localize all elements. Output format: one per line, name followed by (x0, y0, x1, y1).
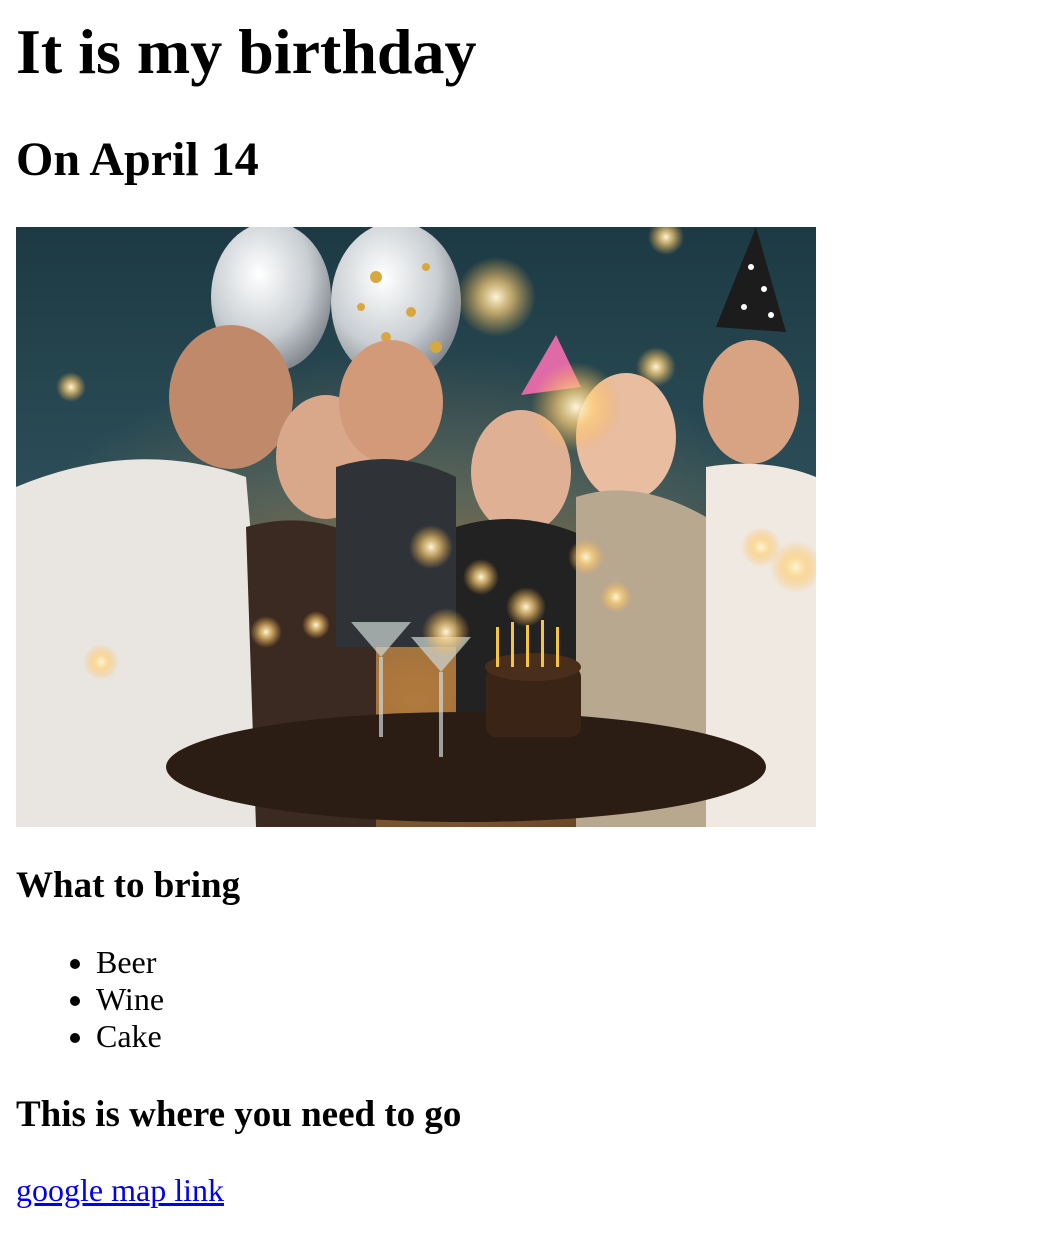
where-to-go-heading: This is where you need to go (16, 1094, 462, 1135)
bring-list: Beer Wine Cake (16, 944, 164, 1055)
what-to-bring-heading: What to bring (16, 865, 241, 906)
page-title: It is my birthday (16, 16, 477, 87)
date-heading: On April 14 (16, 133, 259, 186)
birthday-party-photo (16, 227, 816, 827)
google-map-link[interactable]: google map link (16, 1172, 224, 1209)
list-item: Beer (96, 944, 164, 981)
page: It is my birthday On April 14 What to br… (0, 0, 1040, 1242)
list-item: Cake (96, 1018, 164, 1055)
list-item: Wine (96, 981, 164, 1018)
